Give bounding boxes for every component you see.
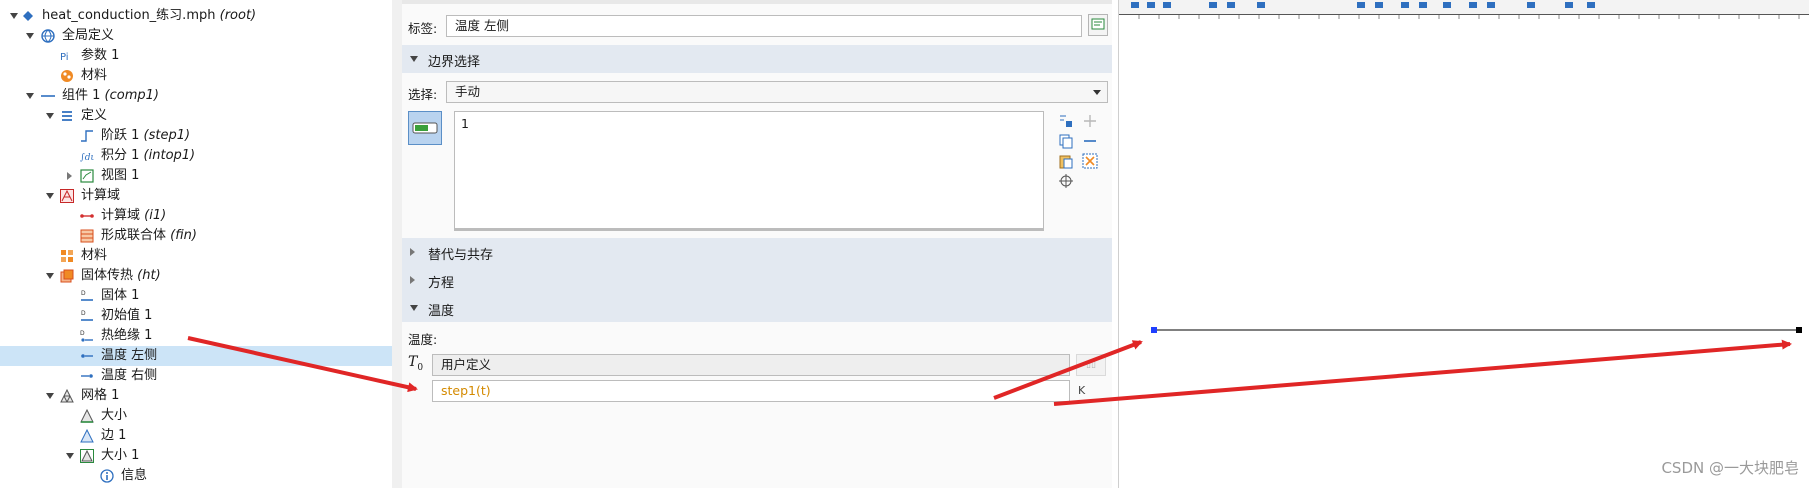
arrow-expression-to-left-point [993,340,1143,400]
arrow-tree-to-expression [187,336,418,393]
watermark: CSDN @一大块肥皂 [1661,459,1799,477]
arrow-expression-to-right-point [1053,339,1792,406]
annotation-arrows [187,336,1792,406]
